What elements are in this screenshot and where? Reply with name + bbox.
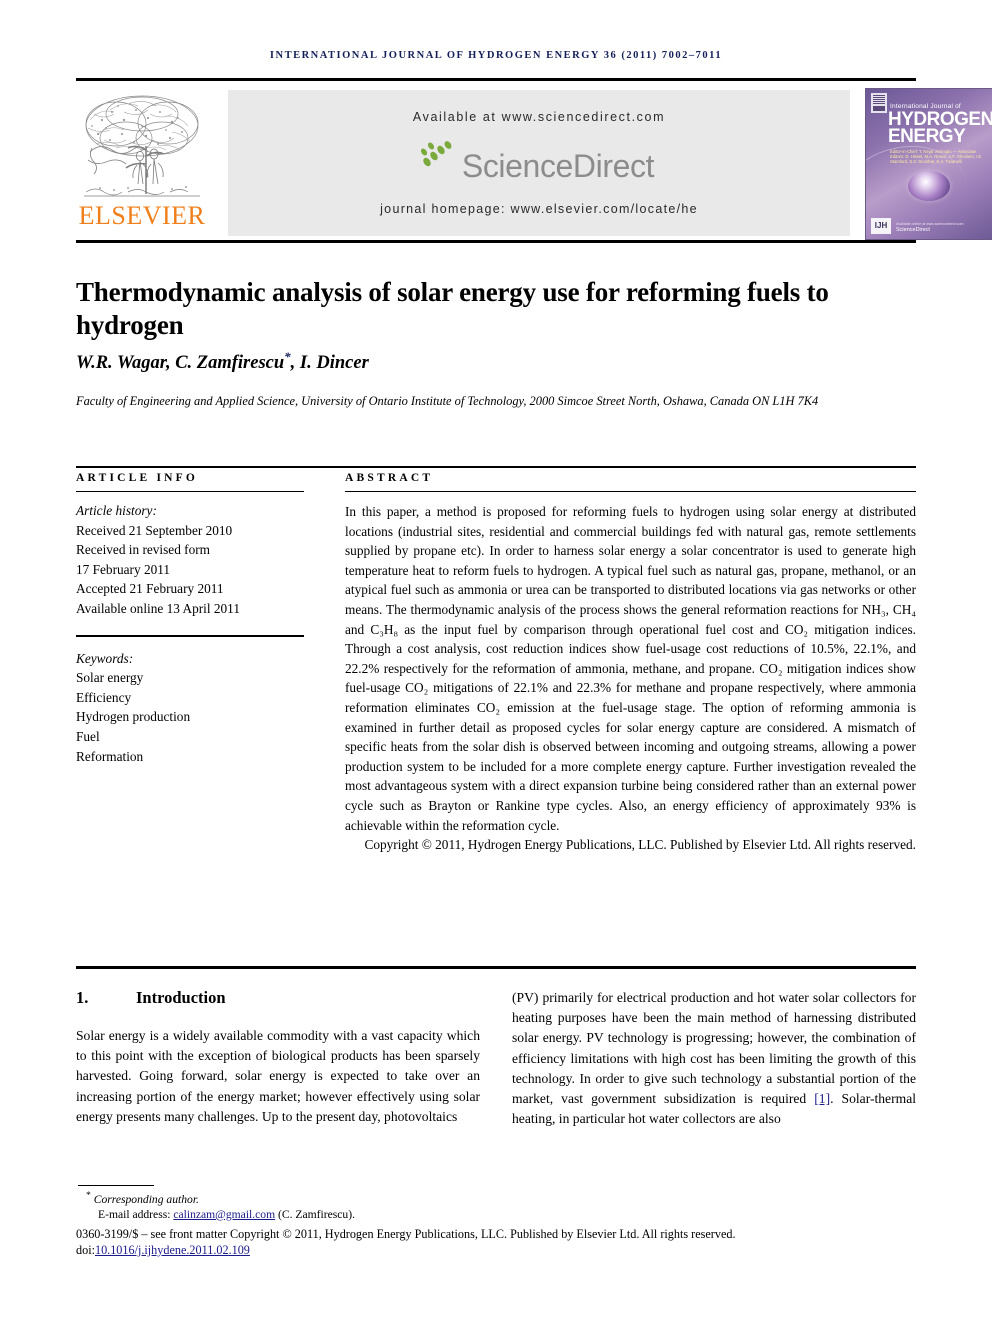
article-history-item: Received 21 September 2010	[76, 522, 233, 538]
abstract-divider	[345, 491, 916, 492]
author-names-tail: , I. Dincer	[290, 353, 369, 374]
keyword-item: Reformation	[76, 748, 144, 764]
corresponding-marker: *	[86, 1190, 91, 1201]
cover-sciencedirect-mark: Available online at www.sciencedirect.co…	[896, 222, 989, 233]
doi-label: doi:	[76, 1242, 95, 1257]
author-affiliation: Faculty of Engineering and Applied Scien…	[76, 394, 819, 408]
article-info-column: ARTICLE INFO Article history: Received 2…	[76, 472, 304, 766]
cover-sciencedirect-tiny: Available online at www.sciencedirect.co…	[896, 222, 964, 226]
body-top-rule	[76, 966, 916, 969]
doi-link[interactable]: 10.1016/j.ijhydene.2011.02.109	[95, 1243, 250, 1257]
keywords-block: Keywords: Solar energy Efficiency Hydrog…	[76, 649, 304, 767]
sciencedirect-logo: ScienceDirect	[228, 140, 850, 190]
sciencedirect-banner: Available at www.sciencedirect.com Scien…	[228, 90, 850, 236]
keywords-label: Keywords:	[76, 650, 134, 666]
article-info-divider	[76, 491, 304, 492]
keyword-item: Solar energy	[76, 670, 144, 686]
abstract-label: ABSTRACT	[345, 472, 434, 484]
keywords-divider	[76, 634, 304, 637]
page-title: Thermodynamic analysis of solar energy u…	[76, 277, 829, 341]
corresponding-text: Corresponding author.	[93, 1192, 199, 1206]
keyword-item: Efficiency	[76, 689, 132, 705]
abstract-text: In this paper, a method is proposed for …	[345, 504, 916, 833]
elsevier-wordmark: ELSEVIER	[78, 201, 206, 230]
masthead-bottom-rule	[76, 240, 916, 243]
journal-cover-thumbnail: International Journal of HYDROGEN ENERGY…	[865, 88, 992, 240]
section-heading: 1. Introduction	[76, 988, 480, 1008]
keyword-item: Fuel	[76, 728, 100, 744]
available-at-line: Available at www.sciencedirect.com	[412, 110, 666, 124]
section-number: 1.	[76, 988, 89, 1007]
elsevier-logo: ELSEVIER	[76, 88, 208, 238]
keyword-item: Hydrogen production	[76, 709, 191, 725]
author-list: W.R. Wagar, C. Zamfirescu*, I. Dincer	[76, 349, 906, 374]
doi-line: doi:10.1016/j.ijhydene.2011.02.109	[76, 1243, 916, 1258]
corresponding-author-note: * Corresponding author.	[76, 1190, 916, 1206]
cover-title: HYDROGEN ENERGY	[888, 110, 992, 147]
masthead: ELSEVIER Available at www.sciencedirect.…	[76, 88, 992, 240]
body-text-pre: (PV) primarily for electrical production…	[512, 990, 916, 1107]
section-title: Introduction	[136, 988, 226, 1007]
article-history-item: Available online 13 April 2011	[76, 600, 240, 616]
email-label: E-mail address:	[98, 1207, 174, 1221]
paper-page: International Journal of Hydrogen Energy…	[0, 0, 992, 1323]
body-paragraph: Solar energy is a widely available commo…	[76, 1028, 480, 1124]
author-names: W.R. Wagar, C. Zamfirescu	[76, 353, 285, 374]
article-info-label: ARTICLE INFO	[76, 472, 199, 484]
article-history-item: Accepted 21 February 2011	[76, 581, 224, 597]
cover-publisher-mark	[871, 93, 887, 113]
journal-homepage-line: journal homepage: www.elsevier.com/locat…	[380, 202, 698, 216]
cover-editors: Editor-in-Chief: T. Nejat Veziroglu — As…	[890, 149, 983, 165]
issn-copyright-line: 0360-3199/$ – see front matter Copyright…	[76, 1226, 736, 1241]
masthead-top-rule	[76, 78, 916, 81]
body-column-left: 1. Introduction Solar energy is a widely…	[76, 988, 480, 1127]
footnote-rule	[78, 1185, 154, 1186]
article-history: Article history: Received 21 September 2…	[76, 501, 304, 619]
cover-badge: IJH	[871, 218, 891, 234]
article-history-item: Received in revised form	[76, 542, 211, 558]
abstract-column: ABSTRACT In this paper, a method is prop…	[345, 472, 916, 855]
article-history-label: Article history:	[76, 503, 157, 518]
info-abstract-top-rule	[76, 466, 916, 468]
running-head: International Journal of Hydrogen Energy…	[269, 50, 723, 61]
email-owner: (C. Zamfirescu).	[275, 1207, 355, 1221]
cover-sciencedirect-word: ScienceDirect	[896, 227, 930, 233]
cover-title-line2: ENERGY	[888, 126, 966, 147]
sciencedirect-leaf-icon	[418, 140, 460, 174]
email-line: E-mail address: calinzam@gmail.com (C. Z…	[76, 1208, 916, 1221]
body-column-right: (PV) primarily for electrical production…	[512, 988, 916, 1129]
body-paragraph: (PV) primarily for electrical production…	[512, 988, 916, 1129]
reference-link-1[interactable]: [1]	[814, 1091, 830, 1106]
page-footer: * Corresponding author. E-mail address: …	[76, 1190, 916, 1258]
abstract-copyright: Copyright © 2011, Hydrogen Energy Public…	[364, 837, 916, 853]
article-history-item: 17 February 2011	[76, 561, 171, 577]
cover-sphere-graphic	[908, 171, 950, 201]
email-link[interactable]: calinzam@gmail.com	[173, 1208, 275, 1221]
elsevier-tree-icon	[80, 90, 204, 206]
